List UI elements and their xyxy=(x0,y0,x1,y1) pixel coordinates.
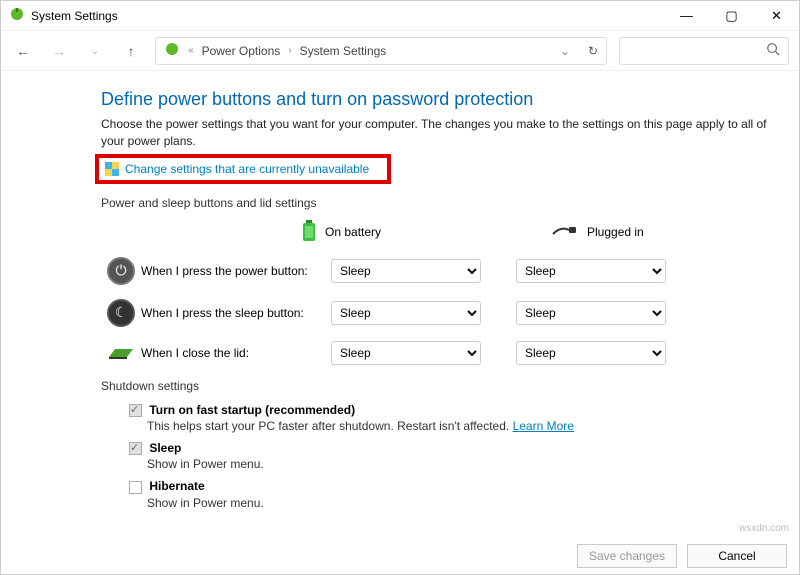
sleep-button-label: When I press the sleep button: xyxy=(141,306,331,320)
plug-icon xyxy=(551,224,579,241)
section-power-title: Power and sleep buttons and lid settings xyxy=(101,196,769,210)
sleep-button-icon: ☾ xyxy=(107,299,135,327)
watermark: wsxdn.com xyxy=(739,523,789,534)
fast-startup-sub: This helps start your PC faster after sh… xyxy=(147,419,509,433)
refresh-button[interactable]: ↻ xyxy=(588,44,598,58)
navbar: ← → ⌄ ↑ « Power Options › System Setting… xyxy=(1,31,799,71)
fast-startup-checkbox[interactable] xyxy=(129,404,142,417)
back-button[interactable]: ← xyxy=(11,39,35,63)
lid-plugged-select[interactable]: Sleep xyxy=(516,341,666,365)
recent-dropdown[interactable]: ⌄ xyxy=(83,39,107,63)
fast-startup-label: Turn on fast startup (recommended) xyxy=(149,403,355,417)
power-plugged-select[interactable]: Sleep xyxy=(516,259,666,283)
forward-button[interactable]: → xyxy=(47,39,71,63)
footer-buttons: Save changes Cancel xyxy=(577,544,787,568)
power-button-icon: ⏻ xyxy=(107,257,135,285)
lid-icon xyxy=(107,341,135,364)
minimize-button[interactable]: — xyxy=(664,1,709,31)
breadcrumb-part1[interactable]: Power Options xyxy=(202,44,281,58)
up-button[interactable]: ↑ xyxy=(119,39,143,63)
sleep-plugged-select[interactable]: Sleep xyxy=(516,301,666,325)
close-button[interactable]: ✕ xyxy=(754,1,799,31)
power-battery-select[interactable]: Sleep xyxy=(331,259,481,283)
sleep-battery-select[interactable]: Sleep xyxy=(331,301,481,325)
app-icon xyxy=(9,6,25,25)
search-box[interactable] xyxy=(619,37,789,65)
chevron-right-icon: › xyxy=(288,45,291,56)
sleep-label: Sleep xyxy=(149,441,181,455)
row-sleep-button: ☾ When I press the sleep button: Sleep S… xyxy=(101,299,769,327)
maximize-button[interactable]: ▢ xyxy=(709,1,754,31)
lid-battery-select[interactable]: Sleep xyxy=(331,341,481,365)
change-settings-link[interactable]: Change settings that are currently unava… xyxy=(125,162,369,176)
content-area: Define power buttons and turn on passwor… xyxy=(1,71,799,510)
shutdown-settings: Turn on fast startup (recommended) This … xyxy=(101,403,769,510)
page-description: Choose the power settings that you want … xyxy=(101,116,769,150)
hibernate-checkbox[interactable] xyxy=(129,481,142,494)
save-changes-button[interactable]: Save changes xyxy=(577,544,677,568)
page-heading: Define power buttons and turn on passwor… xyxy=(101,89,769,110)
row-power-button: ⏻ When I press the power button: Sleep S… xyxy=(101,257,769,285)
power-button-label: When I press the power button: xyxy=(141,264,331,278)
sleep-checkbox[interactable] xyxy=(129,442,142,455)
cancel-button[interactable]: Cancel xyxy=(687,544,787,568)
breadcrumb-part2[interactable]: System Settings xyxy=(300,44,387,58)
titlebar: System Settings — ▢ ✕ xyxy=(1,1,799,31)
battery-label: On battery xyxy=(325,225,381,239)
learn-more-link[interactable]: Learn More xyxy=(513,419,574,433)
row-close-lid: When I close the lid: Sleep Sleep xyxy=(101,341,769,365)
address-dropdown-icon[interactable]: ⌄ xyxy=(560,44,570,58)
column-headers: On battery Plugged in xyxy=(301,220,769,245)
lid-label: When I close the lid: xyxy=(141,346,331,360)
address-bar[interactable]: « Power Options › System Settings ⌄ ↻ xyxy=(155,37,607,65)
sleep-sub: Show in Power menu. xyxy=(147,457,769,471)
chevron-icon: « xyxy=(188,45,194,56)
hibernate-sub: Show in Power menu. xyxy=(147,496,769,510)
shield-icon xyxy=(105,162,119,176)
window-title: System Settings xyxy=(31,9,118,23)
search-icon xyxy=(766,42,780,59)
highlight-box: Change settings that are currently unava… xyxy=(95,154,391,184)
plugged-label: Plugged in xyxy=(587,225,644,239)
hibernate-label: Hibernate xyxy=(149,479,204,493)
section-shutdown-title: Shutdown settings xyxy=(101,379,769,393)
battery-icon xyxy=(301,220,317,245)
address-icon xyxy=(164,41,180,60)
